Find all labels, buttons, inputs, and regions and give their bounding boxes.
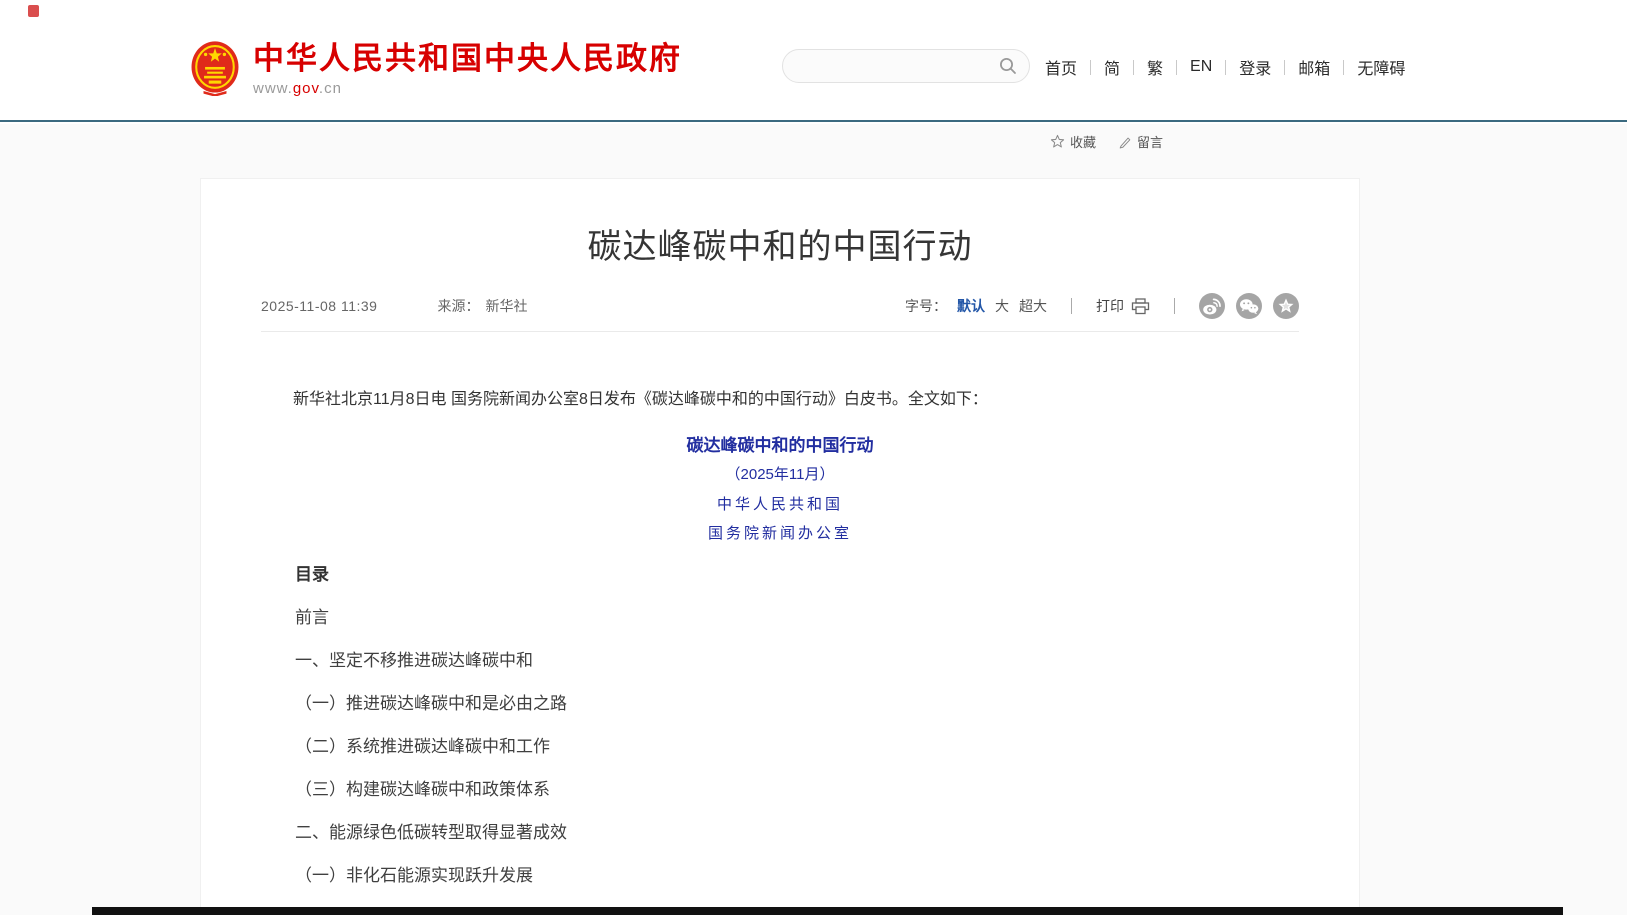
search-input[interactable] <box>799 58 997 74</box>
nav-mail[interactable]: 邮箱 <box>1285 55 1343 79</box>
share-group <box>1199 293 1299 319</box>
star-outline-icon <box>1050 134 1065 149</box>
nav-english[interactable]: EN <box>1177 58 1225 76</box>
meta-divider <box>261 331 1299 332</box>
article-body: 新华社北京11月8日电 国务院新闻办公室8日发布《碳达峰碳中和的中国行动》白皮书… <box>261 388 1299 889</box>
search-icon[interactable] <box>997 55 1019 77</box>
lead-paragraph: 新华社北京11月8日电 国务院新闻办公室8日发布《碳达峰碳中和的中国行动》白皮书… <box>261 388 1299 412</box>
top-nav: 首页 简 繁 EN 登录 邮箱 无障碍 <box>1045 55 1418 79</box>
site-title: 中华人民共和国中央人民政府 <box>253 41 682 76</box>
source-label: 来源： <box>437 296 479 316</box>
more-share-icon[interactable] <box>1273 293 1299 319</box>
print-button[interactable]: 打印 <box>1096 296 1150 316</box>
search-box <box>782 49 1030 83</box>
page-title: 碳达峰碳中和的中国行动 <box>261 223 1299 271</box>
weibo-share-icon[interactable] <box>1199 293 1225 319</box>
favorite-button[interactable]: 收藏 <box>1050 132 1096 151</box>
site-url: www.gov.cn <box>253 80 682 97</box>
nav-login[interactable]: 登录 <box>1226 55 1284 79</box>
toc-item: 二、能源绿色低碳转型取得显著成效 <box>261 820 1299 846</box>
site-logo-link[interactable]: 中华人民共和国中央人民政府 www.gov.cn <box>191 40 682 97</box>
toc-item: （一）非化石能源实现跃升发展 <box>261 863 1299 889</box>
font-size-xlarge[interactable]: 超大 <box>1019 296 1047 316</box>
nav-accessibility[interactable]: 无障碍 <box>1344 55 1418 79</box>
printer-icon <box>1131 298 1150 315</box>
pencil-icon <box>1118 135 1132 149</box>
font-size-large[interactable]: 大 <box>995 296 1009 316</box>
bottom-edge-bar <box>92 907 1563 915</box>
document-author-line1: 中华人民共和国 <box>261 493 1299 515</box>
source-value[interactable]: 新华社 <box>485 296 527 316</box>
document-author-line2: 国务院新闻办公室 <box>261 522 1299 544</box>
page-actions: 收藏 留言 <box>1050 132 1163 151</box>
publish-date: 2025-11-08 11:39 <box>261 298 377 314</box>
corner-mark <box>28 5 39 17</box>
meta-separator <box>1174 298 1175 314</box>
nav-traditional[interactable]: 繁 <box>1134 55 1176 79</box>
article-card: 碳达峰碳中和的中国行动 2025-11-08 11:39 来源： 新华社 字号：… <box>200 178 1360 915</box>
toc-item: （一）推进碳达峰碳中和是必由之路 <box>261 691 1299 717</box>
toc-heading: 目录 <box>261 562 1299 588</box>
toc-item: （三）构建碳达峰碳中和政策体系 <box>261 777 1299 803</box>
toc-item: （二）系统推进碳达峰碳中和工作 <box>261 734 1299 760</box>
document-title: 碳达峰碳中和的中国行动 <box>261 434 1299 458</box>
document-date: （2025年11月） <box>261 464 1299 486</box>
toc-item: 前言 <box>261 605 1299 631</box>
font-size-default[interactable]: 默认 <box>957 296 985 316</box>
nav-home[interactable]: 首页 <box>1045 55 1090 79</box>
article-meta-controls: 字号： 默认 大 超大 打印 <box>905 293 1299 319</box>
site-header: 中华人民共和国中央人民政府 www.gov.cn 首页 简 繁 EN 登录 邮箱… <box>0 0 1627 122</box>
comment-button[interactable]: 留言 <box>1118 132 1163 151</box>
nav-simplified[interactable]: 简 <box>1091 55 1133 79</box>
meta-separator <box>1071 298 1072 314</box>
toc-item: 一、坚定不移推进碳达峰碳中和 <box>261 648 1299 674</box>
wechat-share-icon[interactable] <box>1236 293 1262 319</box>
national-emblem-icon <box>191 40 239 96</box>
article-meta-left: 2025-11-08 11:39 来源： 新华社 <box>261 296 527 316</box>
font-size-label: 字号： <box>905 296 947 316</box>
article-meta-row: 2025-11-08 11:39 来源： 新华社 字号： 默认 大 超大 打印 <box>261 293 1299 319</box>
